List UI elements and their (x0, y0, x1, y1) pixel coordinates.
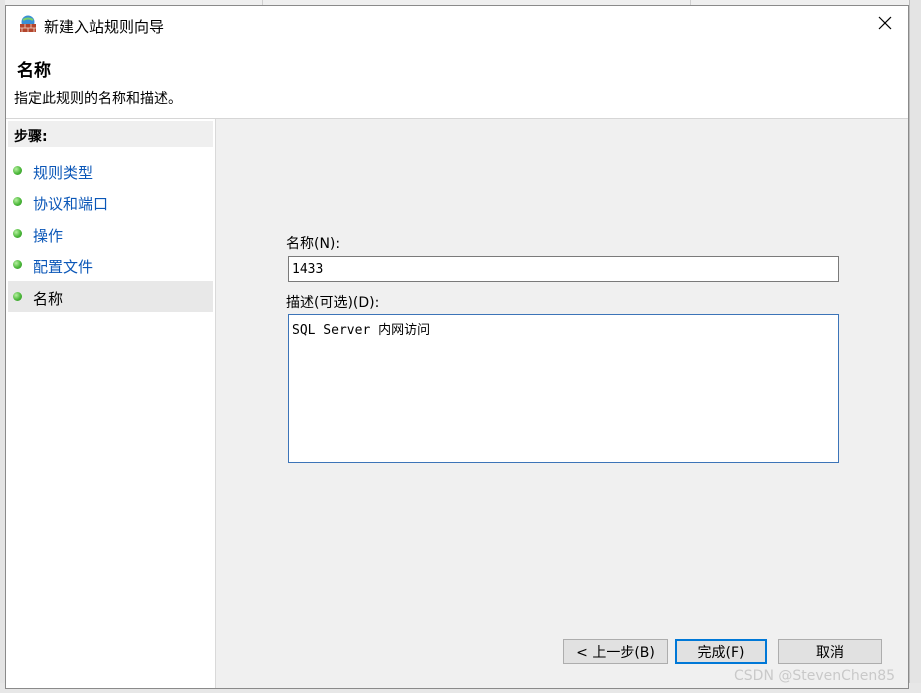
name-input[interactable] (288, 256, 839, 282)
finish-button[interactable]: 完成(F) (675, 639, 767, 664)
step-label[interactable]: 配置文件 (33, 256, 93, 277)
step-label[interactable]: 操作 (33, 225, 63, 246)
description-textarea[interactable]: SQL Server 内网访问 (288, 314, 839, 463)
green-dot-icon (13, 260, 22, 269)
step-rule-type[interactable]: 规则类型 (8, 155, 213, 186)
window-title: 新建入站规则向导 (44, 18, 165, 36)
title-bar[interactable]: 新建入站规则向导 (6, 6, 908, 40)
step-protocol-ports[interactable]: 协议和端口 (8, 186, 213, 217)
green-dot-icon (13, 229, 22, 238)
step-label[interactable]: 协议和端口 (33, 193, 108, 214)
steps-heading-label: 步骤: (14, 129, 48, 145)
step-profile[interactable]: 配置文件 (8, 249, 213, 280)
watermark: CSDN @StevenChen85 (734, 668, 896, 684)
name-label: 名称(N): (286, 236, 341, 252)
wizard-header: 名称 指定此规则的名称和描述。 (6, 40, 908, 119)
green-dot-icon (13, 197, 22, 206)
page-description: 指定此规则的名称和描述。 (14, 91, 182, 107)
step-label[interactable]: 规则类型 (33, 162, 93, 183)
description-label: 描述(可选)(D): (286, 295, 380, 311)
back-button[interactable]: < 上一步(B) (563, 639, 668, 664)
wizard-dialog: 新建入站规则向导 名称 指定此规则的名称和描述。 步骤: 规则类型 协议和端口 … (5, 5, 909, 689)
green-dot-icon (13, 166, 22, 175)
steps-heading: 步骤: (8, 121, 213, 147)
step-label: 名称 (33, 290, 64, 308)
cancel-button[interactable]: 取消 (778, 639, 882, 664)
close-icon (878, 16, 892, 30)
firewall-icon (18, 15, 38, 33)
page-title: 名称 (17, 61, 51, 81)
background-window-edge (909, 0, 921, 693)
step-name-current: 名称 (8, 281, 213, 312)
content-panel: 名称(N): 描述(可选)(D): SQL Server 内网访问 < 上一步(… (216, 119, 908, 688)
close-button[interactable] (862, 6, 908, 40)
step-action[interactable]: 操作 (8, 218, 213, 249)
steps-panel: 步骤: 规则类型 协议和端口 操作 配置文件 名称 (6, 119, 216, 688)
green-dot-icon (13, 292, 22, 301)
